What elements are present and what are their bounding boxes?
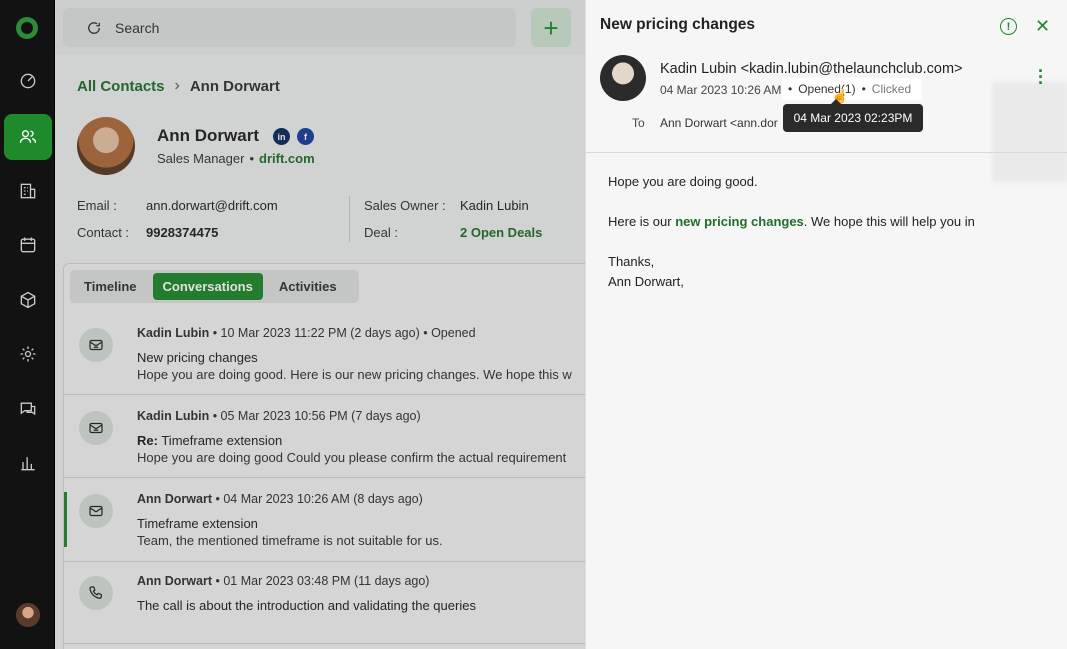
deals-link[interactable]: 2 Open Deals — [460, 225, 542, 240]
deal-label: Deal : — [364, 225, 398, 240]
mail-icon — [79, 494, 113, 528]
breadcrumb-all-contacts[interactable]: All Contacts — [77, 78, 165, 95]
more-options-icon[interactable]: · · · — [1038, 62, 1044, 92]
sidebar — [0, 0, 55, 649]
owner-value: Kadin Lubin — [460, 198, 529, 213]
search-input[interactable]: Search — [63, 8, 516, 47]
pricing-link[interactable]: new pricing changes — [675, 214, 804, 229]
sidebar-item-products[interactable] — [4, 277, 52, 323]
conversation-item[interactable]: Ann Dorwart • 04 Mar 2023 10:26 AM (8 da… — [64, 478, 585, 562]
email-drawer: New pricing changes ! ✕ Kadin Lubin <kad… — [585, 0, 1067, 649]
body-line: Here is our new pricing changes. We hope… — [608, 214, 975, 229]
conversation-subject: Timeframe extension — [137, 516, 258, 531]
owner-label: Sales Owner : — [364, 198, 446, 213]
opened-tooltip: 04 Mar 2023 02:23PM — [783, 99, 923, 132]
facebook-icon[interactable]: f — [297, 128, 314, 145]
add-button[interactable]: + — [531, 8, 571, 47]
to-label: To — [632, 116, 645, 130]
divider — [586, 152, 1067, 153]
conversation-snippet: Hope you are doing good. Here is our new… — [137, 367, 572, 382]
conversation-meta: Ann Dorwart • 04 Mar 2023 10:26 AM (8 da… — [137, 492, 423, 506]
sidebar-item-contacts[interactable] — [4, 114, 52, 160]
body-signature: Ann Dorwart, — [608, 274, 684, 289]
contact-avatar — [77, 117, 135, 175]
tab-bar: Timeline Conversations Activities — [70, 270, 359, 303]
search-placeholder: Search — [115, 19, 160, 36]
chat-icon — [20, 402, 36, 416]
sidebar-item-calendar[interactable] — [4, 222, 52, 268]
tab-conversations[interactable]: Conversations — [152, 273, 263, 300]
sent-date: 04 Mar 2023 10:26 AM — [660, 83, 782, 97]
conversation-subject: Re: Timeframe extension — [137, 433, 283, 448]
conversation-item[interactable]: Kadin Lubin • 10 Mar 2023 11:22 PM (2 da… — [64, 312, 585, 395]
breadcrumb: All Contacts › Ann Dorwart — [77, 77, 280, 95]
sender-avatar — [600, 55, 646, 101]
phone-value[interactable]: 9928374475 — [146, 225, 218, 240]
linkedin-icon[interactable]: in — [273, 128, 290, 145]
conversation-meta: Ann Dorwart • 01 Mar 2023 03:48 PM (11 d… — [137, 574, 430, 588]
phone-icon — [79, 576, 113, 610]
app-logo[interactable] — [16, 17, 38, 39]
plus-icon: + — [543, 12, 559, 43]
conversation-meta: Kadin Lubin • 10 Mar 2023 11:22 PM (2 da… — [137, 326, 476, 340]
contact-detail: Search + All Contacts › Ann Dorwart Ann … — [55, 0, 585, 649]
top-bar: Search + — [55, 0, 585, 55]
building-icon — [20, 183, 36, 199]
user-avatar[interactable] — [16, 603, 40, 627]
clicked-status[interactable]: Clicked — [872, 82, 911, 96]
chevron-right-icon: › — [174, 77, 180, 94]
body-thanks: Thanks, — [608, 254, 655, 269]
breadcrumb-current: Ann Dorwart — [189, 77, 280, 95]
conversation-snippet: Hope you are doing good Could you please… — [137, 450, 567, 465]
close-icon[interactable]: ✕ — [1035, 16, 1050, 37]
sidebar-item-companies[interactable] — [4, 168, 52, 214]
users-icon — [19, 130, 37, 143]
info-icon[interactable]: ! — [1000, 18, 1017, 35]
conversation-snippet: Team, the mentioned timeframe is not sui… — [137, 533, 443, 548]
to-value: Ann Dorwart <ann.dor — [660, 116, 778, 130]
blurred-region — [992, 82, 1067, 182]
search-icon — [88, 21, 100, 34]
gear-icon — [20, 346, 36, 362]
email-value[interactable]: ann.dorwart@drift.com — [146, 198, 278, 213]
tab-activities[interactable]: Activities — [269, 273, 347, 300]
calendar-icon — [20, 237, 36, 253]
conversation-subject: The call is about the introduction and v… — [137, 598, 476, 613]
divider — [349, 196, 350, 242]
contact-name: Ann Dorwart — [157, 126, 259, 145]
contact-role: Sales Manager — [157, 151, 245, 166]
contact-website[interactable]: drift.com — [259, 151, 315, 166]
box-icon — [20, 291, 36, 309]
contact-role-line: Sales Manager • drift.com — [157, 151, 315, 166]
conversation-meta: Kadin Lubin • 05 Mar 2023 10:56 PM (7 da… — [137, 409, 421, 423]
contact-label: Contact : — [77, 225, 130, 240]
gauge-icon — [20, 73, 36, 89]
sidebar-item-chat[interactable] — [4, 386, 52, 432]
sidebar-item-dashboard[interactable] — [4, 58, 52, 104]
tab-timeline[interactable]: Timeline — [74, 273, 147, 300]
sidebar-item-reports[interactable] — [4, 440, 52, 486]
conversation-subject: New pricing changes — [137, 350, 258, 365]
drawer-title: New pricing changes — [600, 16, 756, 33]
conversations-panel: Timeline Conversations Activities Kadin … — [63, 263, 585, 649]
sender-name: Kadin Lubin <kadin.lubin@thelaunchclub.c… — [660, 61, 963, 77]
bar-chart-icon — [21, 457, 35, 471]
sidebar-item-settings[interactable] — [4, 331, 52, 377]
body-greeting: Hope you are doing good. — [608, 174, 758, 189]
email-out-icon — [79, 411, 113, 445]
conversation-item[interactable]: Ann Dorwart • 01 Mar 2023 03:48 PM (11 d… — [64, 562, 585, 644]
email-status: • Opened(1) • Clicked — [782, 78, 922, 100]
conversation-item[interactable]: Kadin Lubin • 05 Mar 2023 10:56 PM (7 da… — [64, 395, 585, 478]
email-label: Email : — [77, 198, 117, 213]
email-out-icon — [79, 328, 113, 362]
